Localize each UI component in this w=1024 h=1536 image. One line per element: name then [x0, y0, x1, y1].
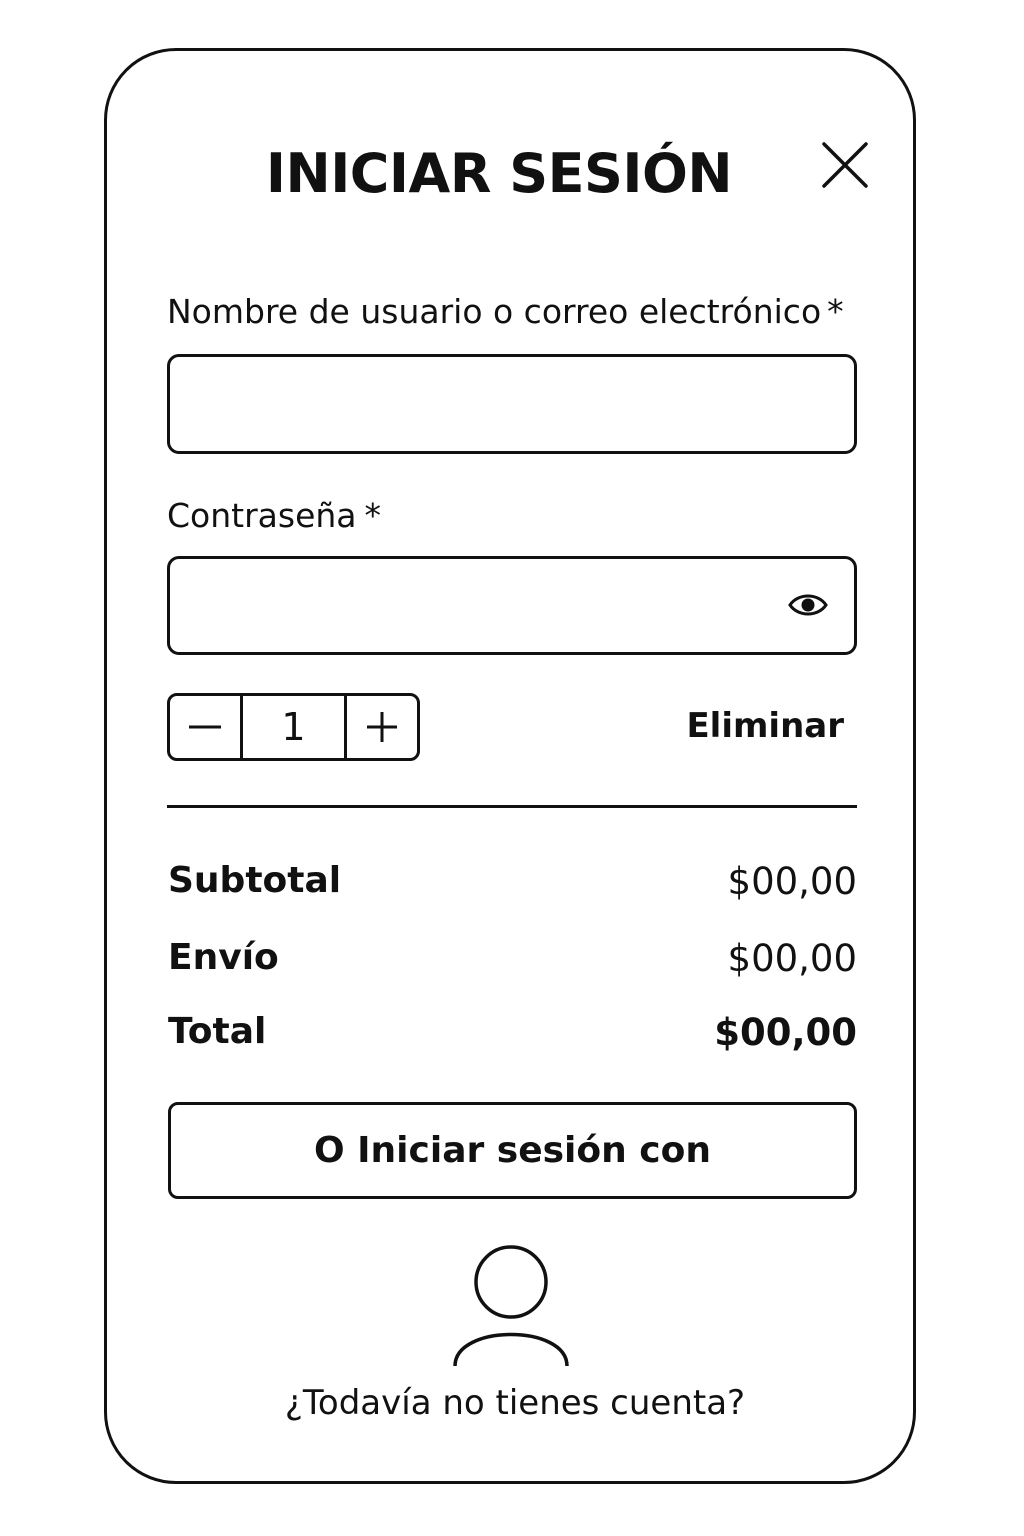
quantity-stepper: 1 — [167, 693, 420, 761]
username-label-text: Nombre de usuario o correo electrónico — [167, 292, 822, 331]
close-button[interactable] — [818, 138, 872, 192]
password-label-text: Contraseña — [167, 496, 357, 535]
user-icon — [453, 1245, 569, 1367]
username-field-box — [167, 354, 857, 454]
eye-icon — [788, 594, 828, 616]
remove-link[interactable]: Eliminar — [680, 706, 844, 746]
required-asterisk: * — [364, 496, 382, 535]
plus-icon — [367, 712, 397, 742]
divider — [167, 805, 857, 808]
password-field-box — [167, 556, 857, 655]
username-input[interactable] — [170, 357, 770, 451]
subtotal-label: Subtotal — [168, 860, 342, 901]
total-label: Total — [168, 1011, 267, 1052]
signup-link[interactable]: ¿Todavía no tienes cuenta? — [200, 1383, 830, 1423]
close-icon — [822, 142, 868, 188]
decrement-button[interactable] — [170, 696, 243, 758]
increment-button[interactable] — [347, 696, 417, 758]
username-label: Nombre de usuario o correo electrónico * — [167, 292, 844, 332]
show-password-button[interactable] — [788, 587, 828, 623]
dialog-title: INICIAR SESIÓN — [265, 142, 733, 205]
shipping-label: Envío — [168, 937, 279, 978]
required-asterisk: * — [827, 292, 844, 331]
quantity-value: 1 — [243, 696, 347, 758]
subtotal-value: $00,00 — [727, 860, 857, 903]
shipping-value: $00,00 — [727, 937, 857, 980]
password-label: Contraseña * — [167, 496, 381, 536]
total-value: $00,00 — [714, 1011, 857, 1054]
social-login-label: O Iniciar sesión con — [314, 1130, 711, 1171]
password-input[interactable] — [170, 559, 770, 652]
social-login-button[interactable]: O Iniciar sesión con — [168, 1102, 857, 1199]
account-avatar[interactable] — [449, 1244, 573, 1368]
minus-icon — [189, 725, 221, 729]
